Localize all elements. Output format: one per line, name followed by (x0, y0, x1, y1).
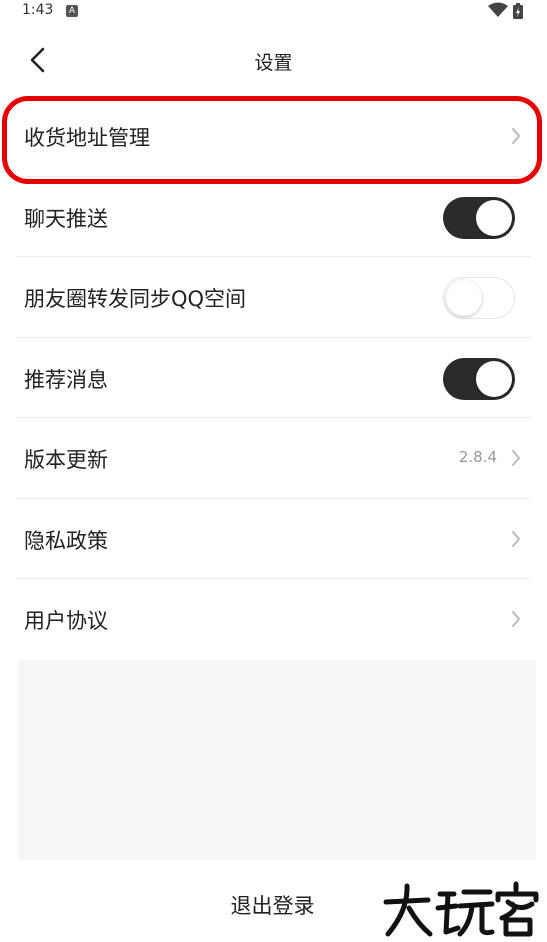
toggle-knob (446, 280, 482, 316)
recommend-toggle[interactable] (443, 357, 515, 400)
battery-icon (513, 3, 523, 19)
notification-icon: A (66, 5, 78, 17)
row-label: 版本更新 (24, 448, 108, 472)
settings-list: 收货地址管理 聊天推送 朋友圈转发同步QQ空间 推荐消息 版本更新 2.8.4 … (0, 96, 547, 660)
version-value: 2.8.4 (458, 448, 497, 466)
chat-push-toggle[interactable] (443, 196, 515, 239)
status-bar: 1:43 A (0, 0, 547, 24)
toggle-knob (476, 199, 512, 236)
row-label: 朋友圈转发同步QQ空间 (24, 287, 247, 311)
settings-row-agreement[interactable]: 用户协议 (16, 579, 531, 660)
row-label: 收货地址管理 (24, 126, 150, 150)
status-time: 1:43 (22, 2, 54, 18)
settings-row-qzone-sync: 朋友圈转发同步QQ空间 (16, 257, 531, 338)
row-label: 聊天推送 (24, 206, 108, 231)
blank-panel (18, 660, 536, 860)
logout-button[interactable]: 退出登录 (200, 888, 345, 924)
settings-row-version[interactable]: 版本更新 2.8.4 (16, 418, 531, 499)
settings-row-address[interactable]: 收货地址管理 (16, 96, 531, 177)
qzone-sync-toggle[interactable] (443, 277, 515, 319)
wifi-icon (488, 2, 508, 17)
row-label: 推荐消息 (24, 367, 108, 392)
chevron-right-icon (512, 450, 521, 466)
nav-bar: 设置 (0, 32, 547, 88)
settings-row-recommend: 推荐消息 (16, 338, 531, 418)
settings-row-chat-push: 聊天推送 (16, 177, 531, 257)
chevron-right-icon (512, 611, 521, 627)
watermark-logo (383, 881, 539, 937)
page-title: 设置 (254, 52, 293, 74)
chevron-right-icon (512, 530, 521, 547)
chevron-right-icon (512, 128, 521, 144)
toggle-knob (476, 360, 512, 397)
row-label: 隐私政策 (24, 528, 108, 553)
row-label: 用户协议 (24, 609, 108, 633)
settings-row-privacy[interactable]: 隐私政策 (16, 499, 531, 579)
